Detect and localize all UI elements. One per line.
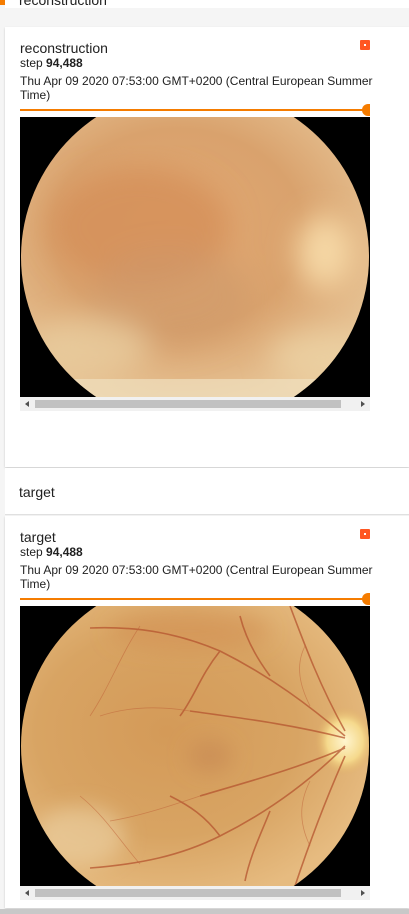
card-tag: reconstruction bbox=[20, 40, 108, 56]
step-label: step bbox=[20, 545, 43, 559]
card-tag: target bbox=[20, 529, 56, 545]
target-image bbox=[20, 606, 370, 886]
download-icon[interactable] bbox=[360, 529, 370, 539]
image-horizontal-scrollbar[interactable] bbox=[20, 397, 370, 411]
step-value: 94,488 bbox=[46, 56, 83, 70]
section-title: reconstruction bbox=[19, 0, 107, 8]
step-info: step 94,488 bbox=[20, 56, 83, 70]
image-dashboard: reconstruction reconstruction step 94,48… bbox=[0, 0, 409, 914]
reconstruction-image-render bbox=[20, 117, 370, 397]
step-value: 94,488 bbox=[46, 545, 83, 559]
section-header-reconstruction[interactable]: reconstruction bbox=[5, 0, 409, 8]
chevron-right-icon[interactable] bbox=[361, 401, 365, 407]
step-slider[interactable] bbox=[20, 109, 370, 111]
step-slider-thumb[interactable] bbox=[362, 593, 370, 605]
chevron-right-icon[interactable] bbox=[361, 890, 365, 896]
chevron-left-icon[interactable] bbox=[25, 401, 29, 407]
image-horizontal-scrollbar[interactable] bbox=[20, 886, 370, 900]
step-slider[interactable] bbox=[20, 598, 370, 600]
image-card-target: target step 94,488 Thu Apr 09 2020 07:53… bbox=[5, 516, 409, 908]
chevron-left-icon[interactable] bbox=[25, 890, 29, 896]
timestamp: Thu Apr 09 2020 07:53:00 GMT+0200 (Centr… bbox=[20, 74, 373, 102]
section-divider bbox=[5, 514, 409, 515]
scrollbar-thumb[interactable] bbox=[35, 889, 341, 897]
timestamp: Thu Apr 09 2020 07:53:00 GMT+0200 (Centr… bbox=[20, 563, 373, 591]
step-label: step bbox=[20, 56, 43, 70]
reconstruction-image bbox=[20, 117, 370, 397]
image-card-reconstruction: reconstruction step 94,488 Thu Apr 09 20… bbox=[5, 27, 409, 467]
scrollbar-thumb[interactable] bbox=[35, 400, 341, 408]
section-header-target[interactable]: target bbox=[5, 468, 409, 514]
download-icon[interactable] bbox=[360, 40, 370, 50]
target-image-render bbox=[20, 606, 370, 886]
bottom-scroll-edge bbox=[0, 909, 409, 914]
step-info: step 94,488 bbox=[20, 545, 83, 559]
section-title: target bbox=[19, 484, 55, 500]
step-slider-thumb[interactable] bbox=[362, 104, 370, 116]
